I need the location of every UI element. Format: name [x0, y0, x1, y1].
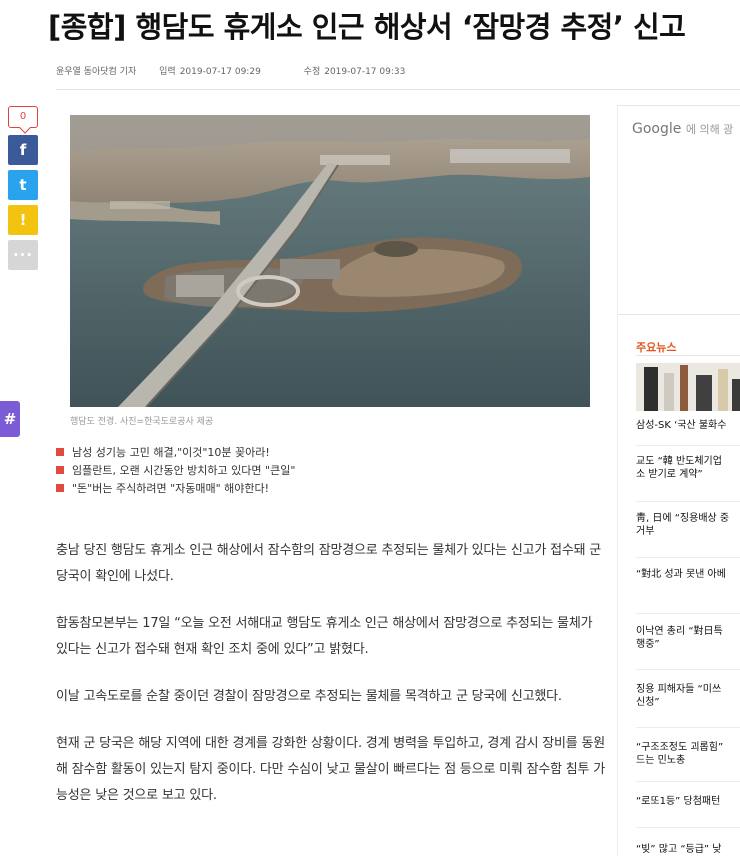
- header-divider: [56, 89, 740, 90]
- news-line: 교도 “韓 반도체기업: [636, 456, 722, 467]
- top-news-item[interactable]: 징용 피해자들 “미쓰신청”: [636, 683, 740, 709]
- article-paragraph: 충남 당진 행담도 휴게소 인근 해상에서 잠수함의 잠망경으로 추정되는 물체…: [56, 543, 602, 584]
- google-ad[interactable]: Google 에 의해 광: [618, 105, 740, 315]
- related-links: 남성 성기능 고민 해결,"이것"10분 꽂아라! 임플란트, 오랜 시간동안 …: [56, 444, 576, 498]
- ad-brand: Google: [632, 121, 682, 137]
- published-label: 입력: [159, 67, 176, 77]
- news-divider: [636, 445, 740, 446]
- news-line: 삼성-SK ‘국산 불화수: [636, 420, 727, 431]
- news-line: 행중”: [636, 639, 660, 650]
- article-body: 충남 당진 행담도 휴게소 인근 해상에서 잠수함의 잠망경으로 추정되는 물체…: [56, 538, 606, 830]
- published-value: 2019-07-17 09:29: [179, 67, 261, 77]
- more-share-button[interactable]: ···: [8, 240, 38, 270]
- related-link-label: "돈"버는 주식하려면 "자동매매" 해야한다!: [72, 482, 270, 495]
- article-paragraph: 합동참모본부는 17일 “오늘 오전 서해대교 행담도 휴게소 인근 해상에서 …: [56, 616, 593, 657]
- top-news-thumbnail[interactable]: [636, 363, 740, 411]
- modified-label: 수정: [303, 67, 321, 77]
- facebook-share-button[interactable]: f: [8, 135, 38, 165]
- news-divider: [636, 557, 740, 558]
- bullet-icon: [56, 466, 64, 474]
- bullet-icon: [56, 484, 64, 492]
- modified-date: 수정 2019-07-17 09:33: [304, 67, 426, 77]
- hashtag-tab[interactable]: #: [0, 401, 20, 437]
- top-news-item[interactable]: “빚” 많고 “등급” 낮: [636, 843, 740, 856]
- top-news-item[interactable]: 교도 “韓 반도체기업소 받기로 계약”: [636, 455, 740, 481]
- news-line: 소 받기로 계약”: [636, 469, 703, 480]
- top-news-divider: [636, 355, 740, 356]
- photo-caption: 행담도 전경. 사진=한국도로공사 제공: [70, 417, 214, 427]
- reporter-name[interactable]: 윤우열 동아닷컴 기자: [56, 67, 136, 77]
- ad-suffix: 에 의해 광: [685, 123, 734, 136]
- top-news-item[interactable]: “로또1등” 당첨패턴: [636, 795, 740, 808]
- news-line: 이낙연 총리 “對日특: [636, 626, 723, 637]
- top-news-item[interactable]: 靑, 日에 “징용배상 중거부: [636, 512, 740, 538]
- published-date: 입력 2019-07-17 09:29: [159, 67, 281, 77]
- hashtag-icon: #: [3, 410, 17, 428]
- news-divider: [636, 501, 740, 502]
- related-link[interactable]: 임플란트, 오랜 시간동안 방치하고 있다면 "큰일": [56, 462, 576, 480]
- related-link-label: 임플란트, 오랜 시간동안 방치하고 있다면 "큰일": [72, 464, 296, 477]
- news-line: 신청”: [636, 697, 660, 708]
- ad-label: Google 에 의해 광: [632, 121, 733, 137]
- related-link[interactable]: 남성 성기능 고민 해결,"이것"10분 꽂아라!: [56, 444, 576, 462]
- news-divider: [636, 613, 740, 614]
- related-link-label: 남성 성기능 고민 해결,"이것"10분 꽂아라!: [72, 446, 270, 459]
- news-line: 드는 민노총: [636, 755, 686, 766]
- news-line: 징용 피해자들 “미쓰: [636, 684, 722, 695]
- twitter-icon: t: [19, 176, 27, 194]
- news-line: “로또1등” 당첨패턴: [636, 796, 721, 807]
- news-divider: [636, 727, 740, 728]
- news-line: “對北 성과 못낸 아베: [636, 569, 726, 580]
- top-news-title: 주요뉴스: [636, 341, 677, 354]
- twitter-share-button[interactable]: t: [8, 170, 38, 200]
- article-paragraph: 현재 군 당국은 해당 지역에 대한 경계를 강화한 상황이다. 경계 병력을 …: [56, 736, 606, 803]
- article-headline: [종합] 행담도 휴게소 인근 해상서 ‘잠망경 추정’ 신고: [48, 10, 686, 44]
- kakaostory-share-button[interactable]: !: [8, 205, 38, 235]
- aerial-island-image: [70, 115, 590, 407]
- kakaostory-icon: !: [19, 211, 27, 229]
- share-count: 0: [8, 106, 38, 128]
- news-line: “빚” 많고 “등급” 낮: [636, 844, 722, 855]
- article-byline: 윤우열 동아닷컴 기자 입력 2019-07-17 09:29 수정 2019-07…: [56, 64, 445, 77]
- related-link[interactable]: "돈"버는 주식하려면 "자동매매" 해야한다!: [56, 480, 576, 498]
- news-line: 靑, 日에 “징용배상 중: [636, 513, 730, 524]
- more-icon: ···: [12, 246, 34, 264]
- modified-value: 2019-07-17 09:33: [324, 67, 406, 77]
- article-paragraph: 이날 고속도로를 순찰 중이던 경찰이 잠망경으로 추정되는 물체를 목격하고 …: [56, 689, 562, 704]
- top-news-item[interactable]: 삼성-SK ‘국산 불화수: [636, 419, 740, 432]
- bullet-icon: [56, 448, 64, 456]
- news-divider: [636, 781, 740, 782]
- news-thumbnail-image: [636, 363, 740, 411]
- sidebar: Google 에 의해 광 주요뉴스 삼성-SK ‘국산 불화수 교도 “韓 반…: [617, 105, 740, 856]
- share-bar: 0 f t ! ···: [8, 106, 38, 275]
- news-line: “구조조정도 괴롭힘”: [636, 742, 724, 753]
- facebook-icon: f: [19, 141, 27, 159]
- news-divider: [636, 827, 740, 828]
- top-news-item[interactable]: 이낙연 총리 “對日특행중”: [636, 625, 740, 651]
- top-news-item[interactable]: “구조조정도 괴롭힘” 드는 민노총: [636, 741, 740, 767]
- news-divider: [636, 669, 740, 670]
- top-news-item[interactable]: “對北 성과 못낸 아베: [636, 568, 740, 581]
- news-line: 거부: [636, 526, 655, 537]
- article-photo: [70, 115, 590, 407]
